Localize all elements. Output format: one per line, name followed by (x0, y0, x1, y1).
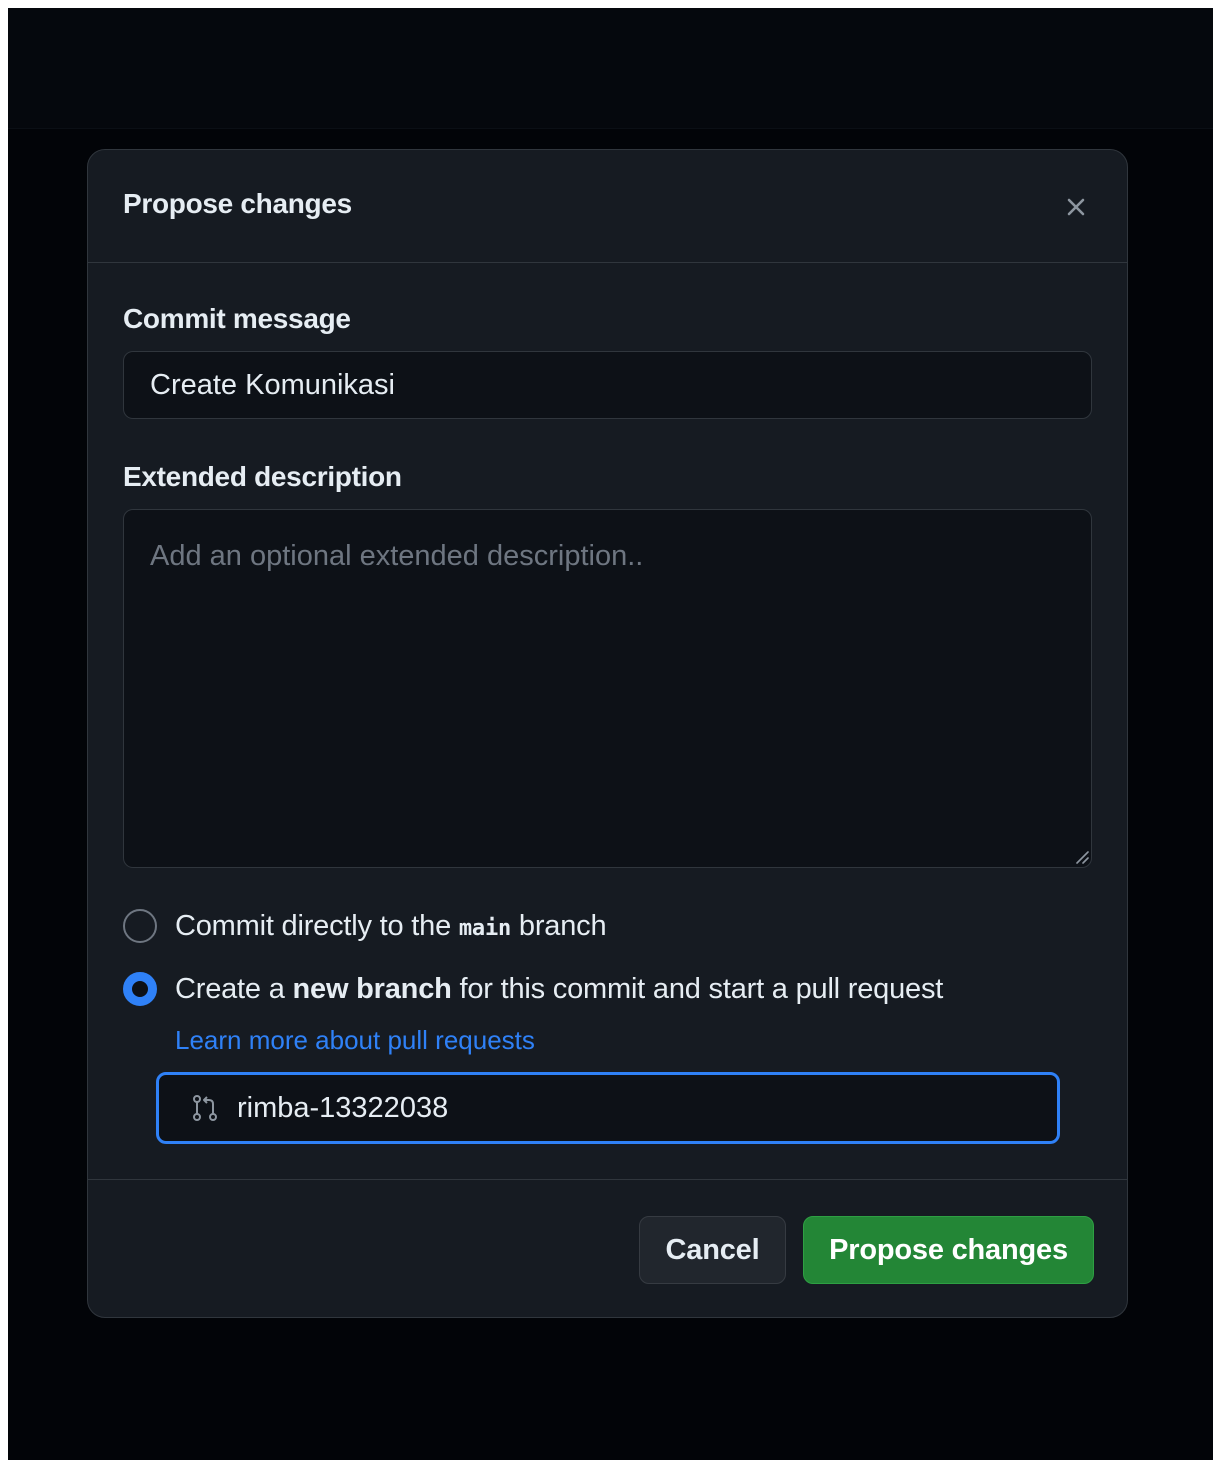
new-branch-option[interactable]: Create a new branch for this commit and … (123, 969, 943, 1009)
extended-description-label: Extended description (123, 461, 402, 492)
new-branch-text-after: for this commit and start a pull request (459, 972, 944, 1005)
cancel-button[interactable]: Cancel (639, 1216, 786, 1284)
branch-name-input[interactable] (237, 1075, 1057, 1141)
commit-directly-label: Commit directly to the main branch (175, 909, 607, 943)
dialog-footer: Cancel Propose changes (88, 1179, 1127, 1317)
learn-more-pull-requests-link[interactable]: Learn more about pull requests (175, 1025, 535, 1056)
commit-message-input[interactable] (123, 351, 1092, 419)
new-branch-text-before: Create a (175, 972, 285, 1005)
git-pull-request-icon (193, 1095, 217, 1121)
dialog-header: Propose changes (88, 150, 1127, 263)
new-branch-radio[interactable] (123, 972, 157, 1006)
close-icon (1067, 198, 1085, 216)
new-branch-bold: new branch (292, 972, 452, 1005)
propose-changes-button[interactable]: Propose changes (803, 1216, 1094, 1284)
extended-description-textarea[interactable] (123, 509, 1092, 868)
backdrop-header-band (8, 8, 1213, 129)
resize-grip-icon[interactable] (1073, 848, 1089, 864)
commit-directly-radio[interactable] (123, 909, 157, 943)
close-button[interactable] (1061, 192, 1091, 222)
screen-backdrop: Propose changes Commit message Extended … (8, 8, 1213, 1460)
commit-message-label: Commit message (123, 303, 351, 334)
commit-directly-option[interactable]: Commit directly to the main branch (123, 906, 607, 946)
branch-name-field[interactable] (156, 1072, 1060, 1144)
dialog-title: Propose changes (123, 188, 352, 219)
new-branch-label: Create a new branch for this commit and … (175, 973, 943, 1006)
commit-directly-text-before: Commit directly to the (175, 909, 452, 942)
commit-directly-text-after: branch (518, 909, 607, 942)
main-branch-code: main (458, 915, 512, 941)
propose-changes-dialog: Propose changes Commit message Extended … (87, 149, 1128, 1318)
